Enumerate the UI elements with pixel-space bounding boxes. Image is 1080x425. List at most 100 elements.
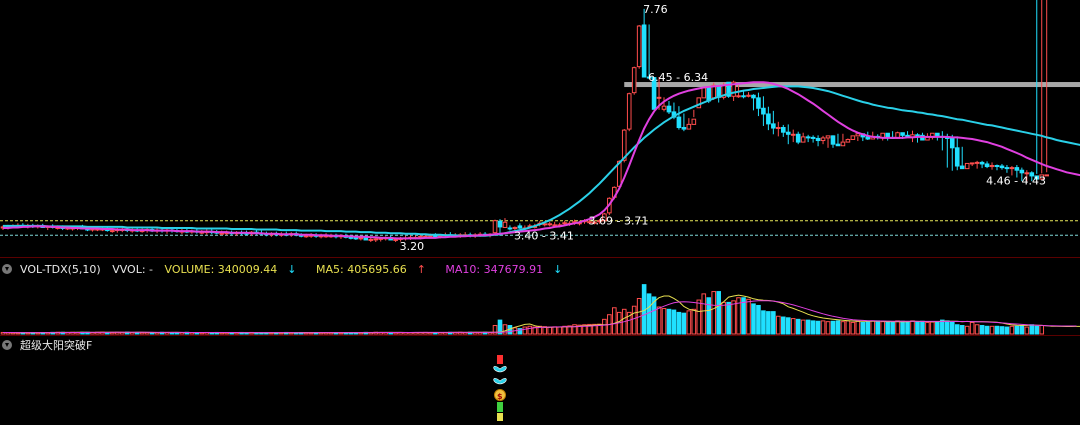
volume-bar xyxy=(631,305,637,335)
volume-bar xyxy=(820,320,826,335)
candle-body xyxy=(900,132,905,136)
volume-bar xyxy=(880,321,885,335)
volume-bar xyxy=(656,306,662,335)
volume-bar xyxy=(999,326,1005,335)
candle-body xyxy=(815,137,821,142)
candle-body xyxy=(820,137,826,142)
candle-body xyxy=(979,161,985,165)
volume-bar xyxy=(721,301,726,335)
collapse-toggle-icon[interactable] xyxy=(2,340,12,350)
volume-bar xyxy=(935,321,940,335)
volume-bar xyxy=(562,325,567,335)
panel-separator-top xyxy=(0,257,1080,258)
candle-body xyxy=(865,136,871,140)
volume-bar xyxy=(711,291,717,335)
candle-body xyxy=(954,147,960,167)
volume-bar xyxy=(959,325,965,335)
volume-bar xyxy=(885,321,890,335)
volume-bar xyxy=(1024,326,1030,335)
volume-bar xyxy=(756,304,761,335)
collapse-toggle-icon[interactable] xyxy=(2,264,12,274)
volume-bar xyxy=(795,318,801,335)
candle-body xyxy=(989,165,995,168)
volume-bar xyxy=(850,321,856,335)
volume-bar xyxy=(815,320,821,335)
candle-body xyxy=(840,141,846,147)
candle-body xyxy=(393,238,398,241)
volume-bar xyxy=(964,325,970,335)
candle-body xyxy=(368,238,374,241)
candle-body xyxy=(701,87,707,99)
volume-bar xyxy=(875,320,881,335)
volume-bar xyxy=(661,308,667,335)
candle-body xyxy=(999,165,1005,169)
volume-bar xyxy=(905,321,910,335)
candle-body xyxy=(418,235,423,238)
candle-body xyxy=(428,235,433,238)
candle-body xyxy=(810,136,816,139)
volume-bar xyxy=(989,325,995,335)
candle-body xyxy=(746,94,751,97)
volume-bar xyxy=(969,321,975,335)
candle-body xyxy=(949,137,955,149)
volume-bar xyxy=(771,311,776,335)
down-arrow-icon: ↓ xyxy=(553,263,563,276)
volume-bar xyxy=(984,325,990,335)
candle-body xyxy=(547,223,553,226)
price-annotation: 6.45 - 6.34 xyxy=(648,71,708,84)
candle-body xyxy=(1004,167,1010,170)
candle-body xyxy=(885,132,890,138)
volume-bar xyxy=(557,326,562,335)
candle-body xyxy=(110,230,115,233)
candle-body xyxy=(825,135,831,139)
signal-indicator-name[interactable]: 超级大阳突破F xyxy=(20,339,92,352)
candle-body xyxy=(969,162,975,165)
volume-bar xyxy=(954,324,960,335)
volume-bar xyxy=(696,299,702,335)
candle-body xyxy=(348,236,354,239)
candle-body xyxy=(959,165,965,170)
volume-bar xyxy=(139,332,145,335)
volume-bar xyxy=(949,321,955,335)
volume-bar xyxy=(766,311,771,335)
candle-body xyxy=(492,220,498,234)
candle-body xyxy=(502,221,508,228)
candle-body xyxy=(681,127,687,130)
volume-bar xyxy=(860,321,866,335)
candle-body xyxy=(751,94,756,99)
price-annotation: 3.20 xyxy=(400,240,425,253)
price-annotation: 7.76 xyxy=(643,3,668,16)
candle-body xyxy=(661,105,667,110)
candle-body xyxy=(805,136,811,139)
candle-body xyxy=(373,238,379,241)
volume-bar xyxy=(527,325,533,335)
volume-bar xyxy=(974,324,980,335)
volume-bar xyxy=(612,307,617,335)
panel-separator-bottom xyxy=(0,335,1080,336)
candle-body xyxy=(915,134,920,137)
volume-bar xyxy=(646,293,652,335)
volume-bar xyxy=(930,321,935,335)
volume-bar xyxy=(746,298,751,335)
candle-body xyxy=(984,163,990,168)
candle-body xyxy=(552,224,557,227)
volume-bar xyxy=(1034,325,1040,335)
candle-body xyxy=(795,133,801,143)
candle-body xyxy=(756,97,761,109)
volume-bar xyxy=(785,317,791,335)
volume-bar xyxy=(199,332,205,335)
candle-body xyxy=(631,67,637,94)
candle-body xyxy=(358,237,364,240)
candle-body xyxy=(303,235,309,238)
candle-body xyxy=(686,123,692,130)
down-arrow-icon: ↓ xyxy=(287,263,297,276)
volume-bar xyxy=(671,309,677,335)
up-arrow-icon: ↑ xyxy=(416,263,426,276)
indicator-name[interactable]: VOL-TDX(5,10) xyxy=(20,263,101,276)
volume-bar xyxy=(979,325,985,335)
volume-bar xyxy=(940,319,945,335)
volume-bar xyxy=(1039,325,1045,335)
candle-body xyxy=(790,133,796,136)
candle-body xyxy=(666,105,672,113)
volume-bar xyxy=(945,320,950,335)
